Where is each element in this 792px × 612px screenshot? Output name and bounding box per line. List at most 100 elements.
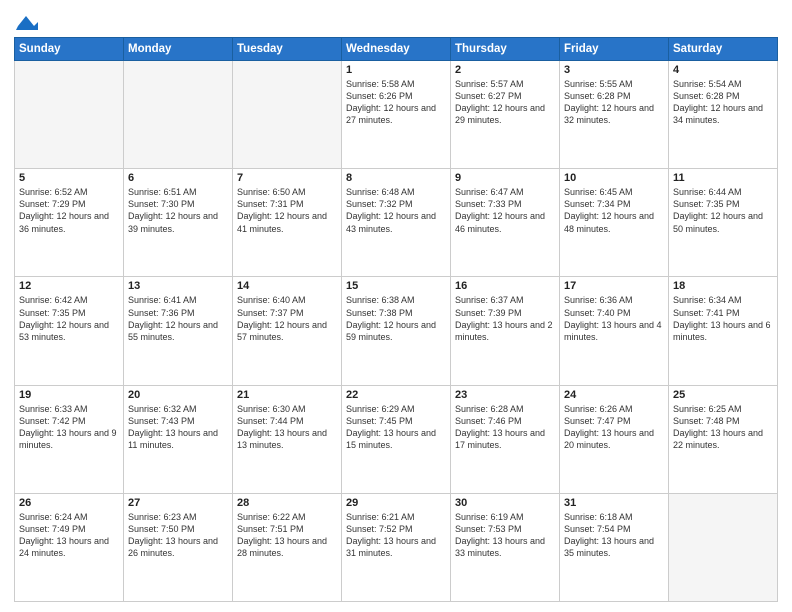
day-info: Sunrise: 6:25 AM Sunset: 7:48 PM Dayligh…	[673, 403, 773, 452]
day-info: Sunrise: 6:48 AM Sunset: 7:32 PM Dayligh…	[346, 186, 446, 235]
day-info: Sunrise: 5:55 AM Sunset: 6:28 PM Dayligh…	[564, 78, 664, 127]
table-cell: 4 Sunrise: 5:54 AM Sunset: 6:28 PM Daylig…	[669, 61, 778, 169]
col-sunday: Sunday	[15, 38, 124, 61]
table-cell: 12 Sunrise: 6:42 AM Sunset: 7:35 PM Dayli…	[15, 277, 124, 385]
table-cell: 17 Sunrise: 6:36 AM Sunset: 7:40 PM Dayli…	[560, 277, 669, 385]
day-info: Sunrise: 6:47 AM Sunset: 7:33 PM Dayligh…	[455, 186, 555, 235]
table-cell: 19 Sunrise: 6:33 AM Sunset: 7:42 PM Dayli…	[15, 385, 124, 493]
day-number: 27	[128, 497, 228, 509]
day-number: 25	[673, 389, 773, 401]
table-cell: 28 Sunrise: 6:22 AM Sunset: 7:51 PM Dayli…	[233, 493, 342, 601]
day-info: Sunrise: 6:50 AM Sunset: 7:31 PM Dayligh…	[237, 186, 337, 235]
table-cell: 2 Sunrise: 5:57 AM Sunset: 6:27 PM Daylig…	[451, 61, 560, 169]
day-number: 16	[455, 280, 555, 292]
table-cell: 6 Sunrise: 6:51 AM Sunset: 7:30 PM Daylig…	[124, 169, 233, 277]
day-number: 2	[455, 64, 555, 76]
day-number: 26	[19, 497, 119, 509]
day-number: 7	[237, 172, 337, 184]
logo	[14, 10, 38, 31]
table-cell: 13Sunrise: 6:41 AM Sunset: 7:36 PM Dayli…	[124, 277, 233, 385]
col-wednesday: Wednesday	[342, 38, 451, 61]
day-info: Sunrise: 6:30 AM Sunset: 7:44 PM Dayligh…	[237, 403, 337, 452]
table-cell: 20Sunrise: 6:32 AM Sunset: 7:43 PM Dayli…	[124, 385, 233, 493]
week-row-4: 19 Sunrise: 6:33 AM Sunset: 7:42 PM Dayli…	[15, 385, 778, 493]
table-cell	[124, 61, 233, 169]
day-info: Sunrise: 5:54 AM Sunset: 6:28 PM Dayligh…	[673, 78, 773, 127]
header	[14, 10, 778, 31]
week-row-1: 1 Sunrise: 5:58 AM Sunset: 6:26 PM Daylig…	[15, 61, 778, 169]
table-cell: 31Sunrise: 6:18 AM Sunset: 7:54 PM Dayli…	[560, 493, 669, 601]
day-info: Sunrise: 6:33 AM Sunset: 7:42 PM Dayligh…	[19, 403, 119, 452]
day-number: 9	[455, 172, 555, 184]
table-cell: 9 Sunrise: 6:47 AM Sunset: 7:33 PM Daylig…	[451, 169, 560, 277]
week-row-2: 5 Sunrise: 6:52 AM Sunset: 7:29 PM Daylig…	[15, 169, 778, 277]
day-info: Sunrise: 6:44 AM Sunset: 7:35 PM Dayligh…	[673, 186, 773, 235]
calendar-table: Sunday Monday Tuesday Wednesday Thursday…	[14, 37, 778, 602]
day-info: Sunrise: 6:21 AM Sunset: 7:52 PM Dayligh…	[346, 511, 446, 560]
col-friday: Friday	[560, 38, 669, 61]
day-info: Sunrise: 6:41 AM Sunset: 7:36 PM Dayligh…	[128, 294, 228, 343]
day-number: 4	[673, 64, 773, 76]
day-info: Sunrise: 6:51 AM Sunset: 7:30 PM Dayligh…	[128, 186, 228, 235]
day-number: 18	[673, 280, 773, 292]
day-info: Sunrise: 6:37 AM Sunset: 7:39 PM Dayligh…	[455, 294, 555, 343]
day-info: Sunrise: 5:58 AM Sunset: 6:26 PM Dayligh…	[346, 78, 446, 127]
col-thursday: Thursday	[451, 38, 560, 61]
week-row-5: 26Sunrise: 6:24 AM Sunset: 7:49 PM Dayli…	[15, 493, 778, 601]
table-cell: 24 Sunrise: 6:26 AM Sunset: 7:47 PM Dayli…	[560, 385, 669, 493]
day-info: Sunrise: 6:32 AM Sunset: 7:43 PM Dayligh…	[128, 403, 228, 452]
day-number: 17	[564, 280, 664, 292]
day-number: 15	[346, 280, 446, 292]
table-cell: 5 Sunrise: 6:52 AM Sunset: 7:29 PM Daylig…	[15, 169, 124, 277]
day-info: Sunrise: 6:38 AM Sunset: 7:38 PM Dayligh…	[346, 294, 446, 343]
day-number: 12	[19, 280, 119, 292]
table-cell: 23 Sunrise: 6:28 AM Sunset: 7:46 PM Dayli…	[451, 385, 560, 493]
day-number: 24	[564, 389, 664, 401]
day-number: 5	[19, 172, 119, 184]
week-row-3: 12 Sunrise: 6:42 AM Sunset: 7:35 PM Dayli…	[15, 277, 778, 385]
table-cell: 15 Sunrise: 6:38 AM Sunset: 7:38 PM Dayli…	[342, 277, 451, 385]
table-cell: 29 Sunrise: 6:21 AM Sunset: 7:52 PM Dayli…	[342, 493, 451, 601]
day-info: Sunrise: 6:40 AM Sunset: 7:37 PM Dayligh…	[237, 294, 337, 343]
day-info: Sunrise: 6:18 AM Sunset: 7:54 PM Dayligh…	[564, 511, 664, 560]
table-cell: 30Sunrise: 6:19 AM Sunset: 7:53 PM Dayli…	[451, 493, 560, 601]
day-number: 11	[673, 172, 773, 184]
table-cell: 7 Sunrise: 6:50 AM Sunset: 7:31 PM Daylig…	[233, 169, 342, 277]
day-info: Sunrise: 6:34 AM Sunset: 7:41 PM Dayligh…	[673, 294, 773, 343]
table-cell: 8 Sunrise: 6:48 AM Sunset: 7:32 PM Daylig…	[342, 169, 451, 277]
col-monday: Monday	[124, 38, 233, 61]
table-cell: 14Sunrise: 6:40 AM Sunset: 7:37 PM Dayli…	[233, 277, 342, 385]
table-cell: 10 Sunrise: 6:45 AM Sunset: 7:34 PM Dayli…	[560, 169, 669, 277]
day-number: 21	[237, 389, 337, 401]
table-cell: 11 Sunrise: 6:44 AM Sunset: 7:35 PM Dayli…	[669, 169, 778, 277]
logo-icon	[16, 12, 38, 30]
table-cell: 16 Sunrise: 6:37 AM Sunset: 7:39 PM Dayli…	[451, 277, 560, 385]
table-cell: 21 Sunrise: 6:30 AM Sunset: 7:44 PM Dayli…	[233, 385, 342, 493]
day-number: 30	[455, 497, 555, 509]
day-info: Sunrise: 6:42 AM Sunset: 7:35 PM Dayligh…	[19, 294, 119, 343]
day-number: 19	[19, 389, 119, 401]
header-row: Sunday Monday Tuesday Wednesday Thursday…	[15, 38, 778, 61]
day-number: 8	[346, 172, 446, 184]
day-info: Sunrise: 6:29 AM Sunset: 7:45 PM Dayligh…	[346, 403, 446, 452]
day-number: 29	[346, 497, 446, 509]
day-info: Sunrise: 6:26 AM Sunset: 7:47 PM Dayligh…	[564, 403, 664, 452]
day-info: Sunrise: 6:28 AM Sunset: 7:46 PM Dayligh…	[455, 403, 555, 452]
day-number: 1	[346, 64, 446, 76]
day-number: 28	[237, 497, 337, 509]
table-cell: 26Sunrise: 6:24 AM Sunset: 7:49 PM Dayli…	[15, 493, 124, 601]
table-cell: 22Sunrise: 6:29 AM Sunset: 7:45 PM Dayli…	[342, 385, 451, 493]
table-cell: 1 Sunrise: 5:58 AM Sunset: 6:26 PM Daylig…	[342, 61, 451, 169]
day-number: 10	[564, 172, 664, 184]
day-number: 23	[455, 389, 555, 401]
day-info: Sunrise: 6:22 AM Sunset: 7:51 PM Dayligh…	[237, 511, 337, 560]
day-info: Sunrise: 6:45 AM Sunset: 7:34 PM Dayligh…	[564, 186, 664, 235]
day-info: Sunrise: 5:57 AM Sunset: 6:27 PM Dayligh…	[455, 78, 555, 127]
table-cell	[233, 61, 342, 169]
day-info: Sunrise: 6:52 AM Sunset: 7:29 PM Dayligh…	[19, 186, 119, 235]
day-info: Sunrise: 6:36 AM Sunset: 7:40 PM Dayligh…	[564, 294, 664, 343]
table-cell	[15, 61, 124, 169]
day-number: 6	[128, 172, 228, 184]
table-cell: 27Sunrise: 6:23 AM Sunset: 7:50 PM Dayli…	[124, 493, 233, 601]
col-tuesday: Tuesday	[233, 38, 342, 61]
